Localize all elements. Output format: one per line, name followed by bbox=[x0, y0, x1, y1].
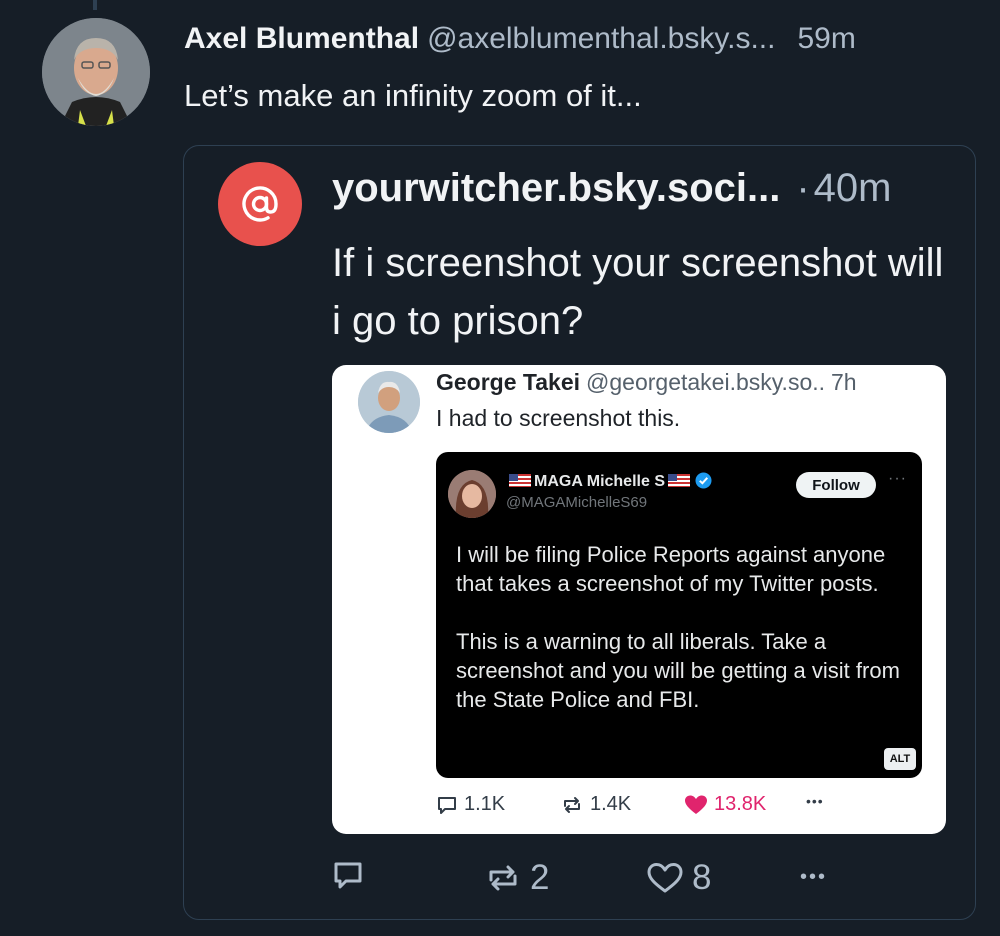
alt-badge: ALT bbox=[884, 748, 916, 770]
tweet-more-icon: ··· bbox=[888, 470, 907, 487]
reply-button[interactable] bbox=[331, 858, 365, 892]
thread-connector-line bbox=[93, 0, 97, 10]
embedded-screenshot-image[interactable]: George Takei @georgetakei.bsky.so.. 7h I h… bbox=[332, 365, 946, 834]
tweet-author-name: MAGA Michelle S bbox=[506, 472, 712, 491]
repost-button[interactable]: 2 bbox=[484, 858, 549, 898]
quote-time[interactable]: 40m bbox=[814, 166, 892, 210]
post-header: Axel Blumenthal @axelblumenthal.bsky.s...… bbox=[184, 22, 856, 56]
george-text: I had to screenshot this. bbox=[436, 405, 681, 431]
post-text: Let’s make an infinity zoom of it... bbox=[184, 78, 642, 113]
quote-avatar[interactable] bbox=[218, 162, 302, 246]
at-sign-icon bbox=[242, 186, 278, 222]
tweet-name-text: MAGA Michelle S bbox=[534, 473, 665, 490]
repost-count: 2 bbox=[530, 858, 550, 897]
screenshot-reposts: 1.4K bbox=[560, 793, 631, 816]
reply-icon bbox=[438, 796, 456, 814]
replies-count: 1.1K bbox=[464, 793, 506, 815]
more-options-button[interactable]: ••• bbox=[800, 866, 827, 889]
screenshot-replies: 1.1K bbox=[436, 793, 505, 816]
screenshot-more-icon: ••• bbox=[806, 793, 824, 809]
likes-count: 13.8K bbox=[714, 793, 767, 815]
repost-icon bbox=[564, 796, 580, 813]
tweet-screenshot: MAGA Michelle S @MAGAMichelleS69 Follow … bbox=[436, 452, 922, 778]
verified-badge-icon bbox=[695, 472, 712, 489]
heart-filled-icon bbox=[685, 795, 707, 814]
tweet-body: I will be filing Police Reports against … bbox=[456, 540, 916, 743]
quoted-post-card[interactable]: yourwitcher.bsky.soci... · 40m If i screen… bbox=[183, 145, 976, 920]
reply-icon bbox=[334, 862, 362, 889]
george-time: 7h bbox=[831, 369, 857, 395]
us-flag-icon bbox=[509, 474, 531, 487]
author-name[interactable]: Axel Blumenthal bbox=[184, 22, 419, 55]
quote-action-bar: 2 8 ••• bbox=[184, 858, 977, 902]
george-header: George Takei @georgetakei.bsky.so.. 7h bbox=[436, 369, 857, 396]
separator-dot: · bbox=[796, 166, 810, 210]
author-handle[interactable]: @axelblumenthal.bsky.s... bbox=[427, 22, 775, 55]
person-photo-icon bbox=[42, 18, 150, 126]
quote-text: If i screenshot your screenshot will i g… bbox=[332, 241, 944, 343]
tweet-paragraph: I will be filing Police Reports against … bbox=[456, 542, 886, 596]
george-name: George Takei bbox=[436, 369, 581, 395]
us-flag-icon bbox=[667, 474, 690, 487]
screenshot-likes: 13.8K bbox=[684, 793, 766, 816]
michelle-avatar bbox=[448, 470, 496, 518]
repost-icon bbox=[489, 865, 517, 891]
tweet-paragraph: This is a warning to all liberals. Take … bbox=[456, 629, 900, 712]
reposts-count: 1.4K bbox=[590, 793, 632, 815]
author-avatar[interactable] bbox=[42, 18, 150, 126]
george-avatar bbox=[358, 371, 420, 433]
tweet-author-handle: @MAGAMichelleS69 bbox=[506, 494, 648, 511]
follow-button: Follow bbox=[796, 472, 876, 498]
like-button[interactable]: 8 bbox=[646, 858, 711, 898]
like-count: 8 bbox=[692, 858, 712, 897]
heart-icon bbox=[647, 863, 683, 893]
person-photo-icon bbox=[358, 371, 420, 433]
quote-author-handle[interactable]: yourwitcher.bsky.soci... bbox=[332, 166, 780, 210]
post-time[interactable]: 59m bbox=[797, 22, 855, 55]
george-handle: @georgetakei.bsky.so.. bbox=[586, 369, 826, 395]
person-photo-icon bbox=[448, 470, 496, 518]
quote-header: yourwitcher.bsky.soci... · 40m bbox=[332, 166, 891, 211]
screenshot-action-bar: 1.1K 1.4K 13.8K ••• bbox=[332, 793, 946, 823]
